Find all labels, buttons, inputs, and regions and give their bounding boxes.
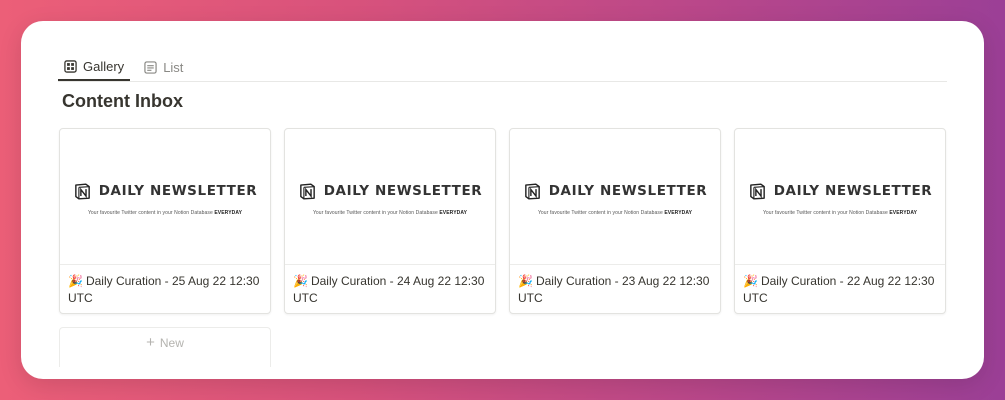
plus-icon: + — [146, 334, 155, 351]
cover-brand: DAILY NEWSLETTER — [548, 183, 708, 199]
card-title-text: Daily Curation - 22 Aug 22 12:30 UTC — [743, 274, 935, 305]
tab-list-label: List — [163, 59, 184, 75]
card-cover: DAILY NEWSLETTER Your favourite Twitter … — [735, 129, 945, 265]
cover-tagline: Your favourite Twitter content in your N… — [88, 210, 242, 216]
cover-brand: DAILY NEWSLETTER — [323, 183, 483, 199]
card-title-text: Daily Curation - 25 Aug 22 12:30 UTC — [68, 274, 260, 305]
cover-tagline: Your favourite Twitter content in your N… — [763, 210, 917, 216]
card-cover: DAILY NEWSLETTER Your favourite Twitter … — [60, 129, 270, 265]
notion-logo-icon — [298, 182, 317, 201]
card-title-text: Daily Curation - 23 Aug 22 12:30 UTC — [518, 274, 710, 305]
party-popper-icon: 🎉 — [518, 274, 533, 288]
page-title: Content Inbox — [62, 91, 183, 111]
tab-gallery-label: Gallery — [83, 58, 125, 74]
card-cover: DAILY NEWSLETTER Your favourite Twitter … — [510, 129, 720, 265]
gallery-card[interactable]: DAILY NEWSLETTER Your favourite Twitter … — [509, 128, 721, 314]
cover-logo-row: DAILY NEWSLETTER — [73, 182, 258, 201]
tagline-emphasis: EVERYDAY — [664, 209, 693, 216]
new-card-button[interactable]: + New — [59, 327, 271, 367]
card-title: 🎉 Daily Curation - 25 Aug 22 12:30 UTC — [60, 265, 270, 307]
tagline-text: Your favourite Twitter content in your N… — [762, 209, 888, 216]
tagline-emphasis: EVERYDAY — [214, 209, 243, 216]
tagline-text: Your favourite Twitter content in your N… — [537, 209, 663, 216]
party-popper-icon: 🎉 — [68, 274, 83, 288]
view-tabs: Gallery List — [58, 53, 947, 82]
cover-brand: DAILY NEWSLETTER — [98, 183, 258, 199]
gallery-icon — [64, 59, 77, 73]
tagline-text: Your favourite Twitter content in your N… — [87, 209, 213, 216]
tab-gallery[interactable]: Gallery — [58, 53, 131, 81]
cover-tagline: Your favourite Twitter content in your N… — [313, 210, 467, 216]
card-title-text: Daily Curation - 24 Aug 22 12:30 UTC — [293, 274, 485, 305]
cover-logo-row: DAILY NEWSLETTER — [523, 182, 708, 201]
tagline-text: Your favourite Twitter content in your N… — [312, 209, 438, 216]
app-window: Gallery List Content Inbox DAILY NEWSLET… — [21, 21, 984, 379]
tagline-emphasis: EVERYDAY — [439, 209, 468, 216]
gallery-card[interactable]: DAILY NEWSLETTER Your favourite Twitter … — [284, 128, 496, 314]
cover-brand: DAILY NEWSLETTER — [773, 183, 933, 199]
card-title: 🎉 Daily Curation - 23 Aug 22 12:30 UTC — [510, 265, 720, 307]
tagline-emphasis: EVERYDAY — [889, 209, 918, 216]
gallery-card[interactable]: DAILY NEWSLETTER Your favourite Twitter … — [734, 128, 946, 314]
gallery-card[interactable]: DAILY NEWSLETTER Your favourite Twitter … — [59, 128, 271, 314]
cover-logo-row: DAILY NEWSLETTER — [748, 182, 933, 201]
notion-logo-icon — [748, 182, 767, 201]
list-icon — [144, 60, 157, 74]
new-card-label: New — [159, 336, 184, 350]
notion-logo-icon — [73, 182, 92, 201]
party-popper-icon: 🎉 — [743, 274, 758, 288]
card-title: 🎉 Daily Curation - 24 Aug 22 12:30 UTC — [285, 265, 495, 307]
card-title: 🎉 Daily Curation - 22 Aug 22 12:30 UTC — [735, 265, 945, 307]
party-popper-icon: 🎉 — [293, 274, 308, 288]
tab-list[interactable]: List — [138, 53, 189, 81]
cover-tagline: Your favourite Twitter content in your N… — [538, 210, 692, 216]
cover-logo-row: DAILY NEWSLETTER — [298, 182, 483, 201]
gallery-grid: DAILY NEWSLETTER Your favourite Twitter … — [59, 128, 946, 314]
notion-logo-icon — [523, 182, 542, 201]
card-cover: DAILY NEWSLETTER Your favourite Twitter … — [285, 129, 495, 265]
